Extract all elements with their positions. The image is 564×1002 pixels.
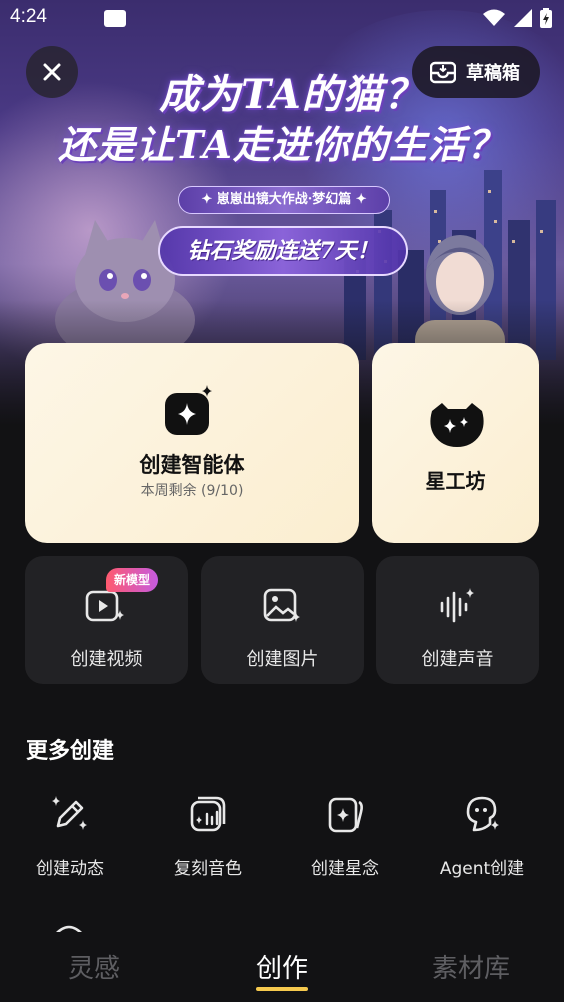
- create-agent-button[interactable]: Agent创建: [412, 794, 552, 879]
- create-agent-card[interactable]: 创建智能体 本周剩余 (9/10): [25, 343, 359, 543]
- tab-inspiration[interactable]: 灵感: [34, 948, 154, 985]
- star-workshop-title: 星工坊: [425, 469, 486, 493]
- notification-icon: [104, 10, 126, 27]
- clone-voice-label: 复刻音色: [174, 859, 242, 879]
- agent-icon: [466, 796, 499, 832]
- star-card-icon: [328, 797, 363, 833]
- banner-reward: 钻石奖励连送7天！: [158, 226, 408, 276]
- sparkle-box-icon: [165, 385, 212, 435]
- new-model-badge: 新模型: [106, 568, 158, 592]
- tab-create[interactable]: 创作: [222, 948, 342, 985]
- create-star-memory-label: 创建星念: [311, 859, 379, 879]
- create-image-card[interactable]: 创建图片: [201, 556, 364, 684]
- close-icon: [43, 63, 61, 81]
- voice-clone-icon: [190, 796, 226, 832]
- create-image-label: 创建图片: [246, 649, 319, 670]
- soundwave-sparkle-icon: [440, 588, 474, 623]
- create-voice-card[interactable]: 创建声音: [376, 556, 539, 684]
- wifi-icon: [483, 9, 505, 26]
- create-video-label: 创建视频: [70, 649, 143, 670]
- status-time: 4:24: [10, 6, 47, 27]
- create-agent-label: Agent创建: [439, 859, 525, 879]
- more-create-heading: 更多创建: [26, 739, 115, 764]
- battery-icon: [540, 8, 552, 28]
- signal-icon: [514, 9, 532, 27]
- create-voice-label: 创建声音: [421, 649, 494, 670]
- image-sparkle-icon: [263, 588, 300, 622]
- status-icons: [482, 8, 552, 28]
- status-bar: 4:24: [0, 0, 564, 36]
- active-tab-indicator: [256, 987, 308, 991]
- drafts-button[interactable]: 草稿箱: [412, 46, 540, 98]
- magic-pen-icon: [52, 796, 87, 830]
- create-star-memory-button[interactable]: 创建星念: [275, 794, 415, 879]
- banner-subtitle: ✦ 崽崽出镜大作战·梦幻篇 ✦: [178, 186, 390, 214]
- create-agent-title: 创建智能体: [139, 453, 245, 477]
- create-agent-quota: 本周剩余 (9/10): [140, 483, 244, 499]
- create-moment-button[interactable]: 创建动态: [0, 794, 140, 879]
- cat-face-icon: [430, 403, 484, 447]
- close-button[interactable]: [26, 46, 78, 98]
- star-workshop-card[interactable]: 星工坊: [372, 343, 539, 543]
- bottom-navigation: 灵感 创作 素材库: [0, 932, 564, 1002]
- tab-materials[interactable]: 素材库: [411, 948, 531, 985]
- video-sparkle-icon: [85, 590, 124, 622]
- inbox-icon: [430, 61, 456, 84]
- create-moment-label: 创建动态: [36, 859, 104, 879]
- clone-voice-button[interactable]: 复刻音色: [138, 794, 278, 879]
- drafts-label: 草稿箱: [466, 63, 520, 84]
- banner-title-line2: 还是让TA走进你的生活？: [58, 122, 506, 167]
